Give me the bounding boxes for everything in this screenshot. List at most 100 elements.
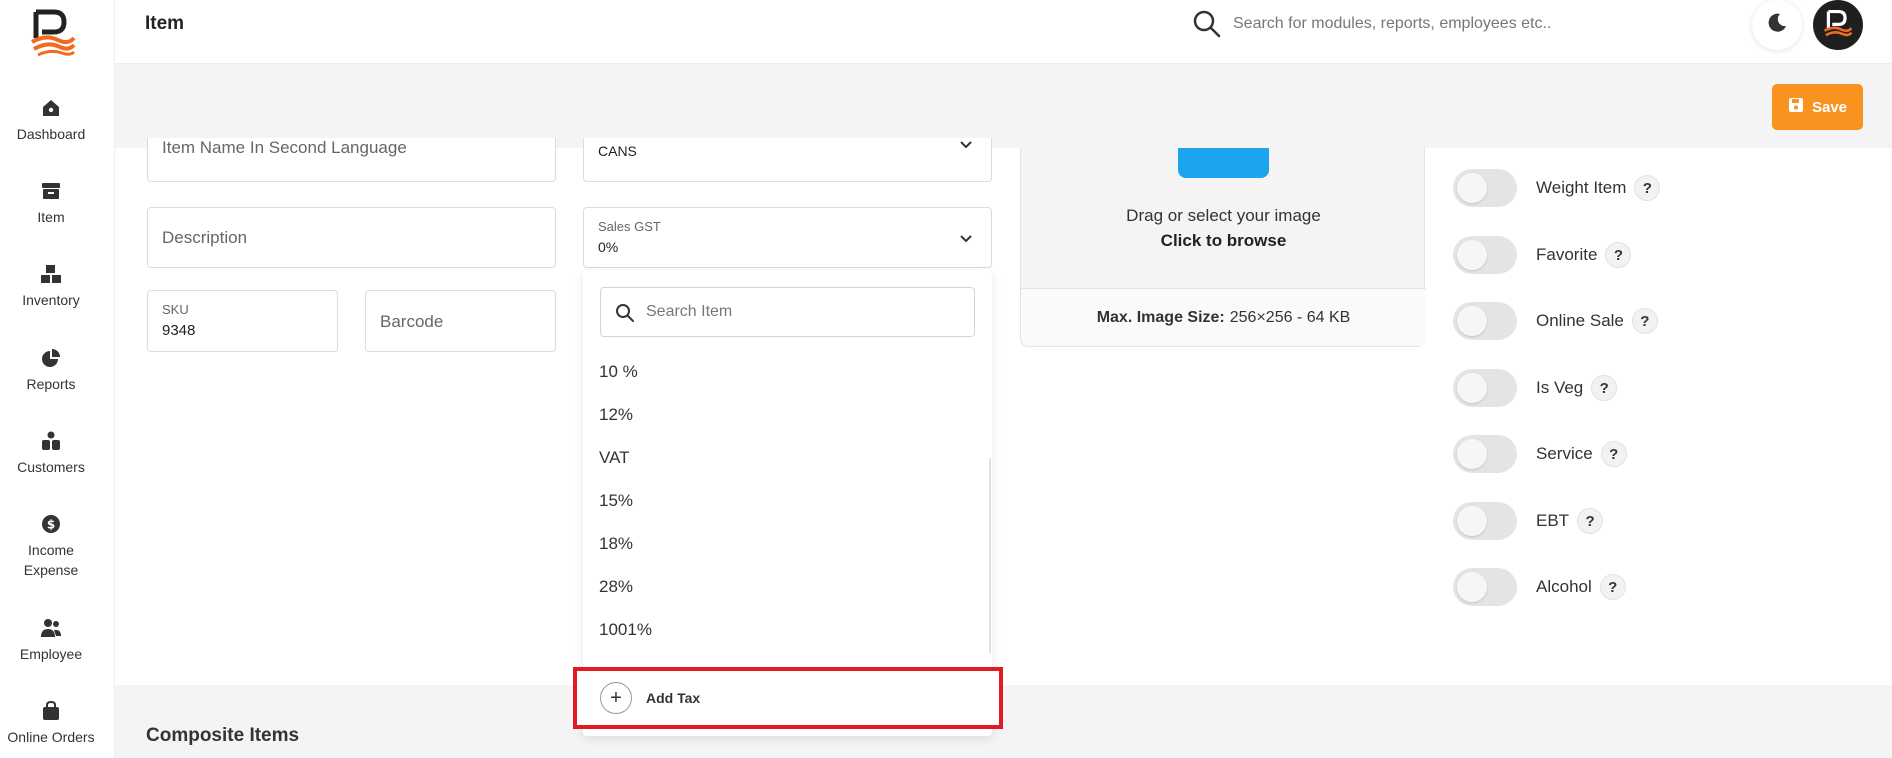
sidebar-item-item[interactable]: Item — [0, 180, 102, 227]
help-icon[interactable]: ? — [1631, 308, 1658, 334]
sidebar-item-label: Inventory — [22, 292, 80, 308]
item-form-card: Item Name In Second Language CANS Descri… — [115, 138, 1892, 685]
tax-option[interactable]: 12% — [599, 405, 633, 425]
svg-text:$: $ — [47, 518, 55, 532]
plus-circle-icon: + — [600, 682, 632, 714]
save-button[interactable]: Save — [1772, 84, 1863, 130]
tax-option[interactable]: 18% — [599, 534, 633, 554]
chevron-down-icon — [959, 138, 973, 152]
online-sale-toggle[interactable] — [1453, 302, 1517, 340]
toggle-label: Is Veg — [1536, 378, 1584, 397]
drag-image-text: Drag or select your image — [1126, 206, 1321, 225]
alcohol-toggle[interactable] — [1453, 568, 1517, 606]
sku-value: 9348 — [162, 322, 196, 339]
second-language-name-field[interactable]: Item Name In Second Language — [147, 138, 556, 182]
description-placeholder: Description — [162, 228, 248, 247]
unit-select[interactable]: CANS — [583, 138, 992, 182]
favorite-toggle[interactable] — [1453, 236, 1517, 274]
sku-field[interactable]: SKU 9348 — [147, 290, 338, 352]
sidebar-item-employee[interactable]: Employee — [0, 617, 102, 664]
click-to-browse-link[interactable]: Click to browse — [1021, 231, 1426, 251]
boxes-icon — [40, 263, 62, 285]
composite-items-section: Composite Items — [115, 685, 1892, 758]
pie-chart-icon — [40, 347, 62, 369]
tax-option[interactable]: VAT — [599, 448, 630, 468]
sidebar-item-label: Online Orders — [7, 729, 95, 745]
sku-label: SKU — [162, 302, 189, 317]
toggle-label: Online Sale — [1536, 311, 1624, 330]
add-tax-button[interactable]: + Add Tax — [573, 667, 1003, 729]
search-icon[interactable] — [1192, 9, 1222, 39]
sidebar-item-label: Customers — [17, 459, 85, 475]
max-image-size-value: 256×256 - 64 KB — [1229, 308, 1351, 326]
image-placeholder-icon — [1178, 148, 1269, 178]
action-toolbar: Save — [115, 64, 1892, 148]
ebt-toggle[interactable] — [1453, 502, 1517, 540]
help-icon[interactable]: ? — [1599, 574, 1626, 600]
home-icon — [40, 97, 62, 119]
barcode-field[interactable]: Barcode — [365, 290, 556, 352]
help-icon[interactable]: ? — [1577, 508, 1604, 534]
max-image-size-label: Max. Image Size: — [1096, 308, 1225, 326]
theme-toggle-button[interactable] — [1752, 0, 1802, 50]
is-veg-toggle[interactable] — [1453, 369, 1517, 407]
toggle-label: Alcohol — [1536, 577, 1592, 596]
archive-box-icon — [40, 180, 62, 202]
sales-gst-select[interactable]: Sales GST 0% — [583, 207, 992, 268]
toggle-label: EBT — [1536, 511, 1570, 530]
sidebar-item-online-orders[interactable]: Online Orders — [0, 700, 102, 747]
toggle-row-is-veg: Is Veg ? — [1453, 369, 1618, 407]
help-icon[interactable]: ? — [1634, 175, 1661, 201]
user-group-icon — [40, 617, 62, 639]
moon-icon — [1765, 11, 1789, 40]
composite-items-title: Composite Items — [146, 725, 300, 746]
sidebar-item-label: Employee — [19, 646, 83, 662]
toggle-row-favorite: Favorite ? — [1453, 236, 1632, 274]
tax-option[interactable]: 28% — [599, 577, 633, 597]
brand-logo-icon[interactable] — [28, 8, 78, 58]
sidebar-item-income-expense[interactable]: $ Income Expense — [0, 513, 102, 580]
tax-search-input[interactable]: Search Item — [600, 287, 975, 337]
second-language-name-placeholder: Item Name In Second Language — [162, 138, 407, 157]
sidebar-item-dashboard[interactable]: Dashboard — [0, 97, 102, 144]
tax-option[interactable]: 15% — [599, 491, 633, 511]
sidebar-item-label: Reports — [26, 376, 76, 392]
service-toggle[interactable] — [1453, 435, 1517, 473]
image-upload-dropzone[interactable]: Drag or select your image Click to brows… — [1020, 148, 1426, 347]
page-title: Item — [145, 13, 185, 34]
tax-option[interactable]: 1001% — [599, 620, 652, 640]
chevron-down-icon — [959, 232, 973, 246]
user-avatar[interactable] — [1813, 0, 1863, 50]
image-size-info: Max. Image Size: 256×256 - 64 KB — [1021, 288, 1426, 346]
sidebar-item-label: Dashboard — [16, 126, 86, 142]
help-icon[interactable]: ? — [1591, 375, 1618, 401]
toggle-label: Favorite — [1536, 245, 1598, 264]
description-field[interactable]: Description — [147, 207, 556, 268]
tax-dropdown-panel: Search Item 10 % 12% VAT 15% 18% 28% 100… — [573, 270, 1003, 736]
shopping-bag-icon — [40, 700, 62, 722]
sidebar-item-customers[interactable]: Customers — [0, 430, 102, 477]
save-button-label: Save — [1811, 98, 1848, 116]
dropdown-scrollbar[interactable] — [989, 458, 991, 653]
tax-search-placeholder: Search Item — [646, 303, 733, 320]
sales-gst-label: Sales GST — [598, 219, 661, 234]
sidebar-item-reports[interactable]: Reports — [0, 347, 102, 394]
people-icon — [40, 430, 62, 452]
sales-gst-value: 0% — [598, 239, 619, 255]
weight-item-toggle[interactable] — [1453, 169, 1517, 207]
tax-option[interactable]: 10 % — [599, 362, 638, 382]
toggle-row-service: Service ? — [1453, 435, 1627, 473]
barcode-placeholder: Barcode — [380, 312, 444, 331]
global-search-input[interactable] — [1233, 10, 1633, 38]
dollar-coin-icon: $ — [40, 513, 62, 535]
unit-select-value: CANS — [598, 143, 637, 159]
toggle-row-ebt: EBT ? — [1453, 502, 1604, 540]
help-icon[interactable]: ? — [1600, 441, 1627, 467]
toggle-row-online-sale: Online Sale ? — [1453, 302, 1658, 340]
floppy-disk-icon — [1788, 97, 1804, 117]
sidebar-item-inventory[interactable]: Inventory — [0, 263, 102, 310]
add-tax-label: Add Tax — [646, 690, 701, 706]
help-icon[interactable]: ? — [1605, 242, 1632, 268]
sidebar-item-label: Item — [37, 209, 65, 225]
sidebar-item-label: Income Expense — [23, 542, 79, 578]
